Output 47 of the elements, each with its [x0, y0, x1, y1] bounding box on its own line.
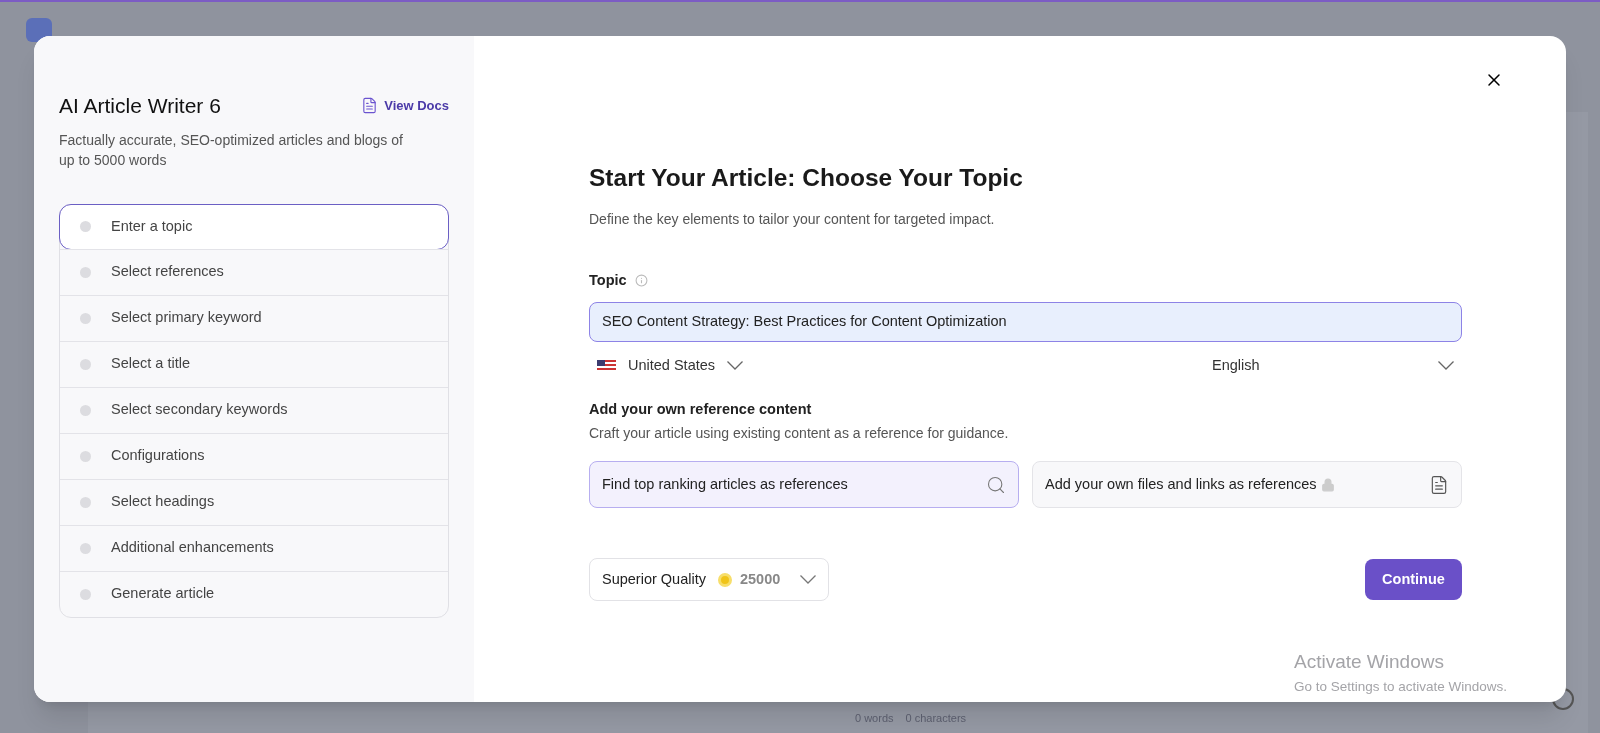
info-icon [634, 274, 648, 288]
reference-description: Craft your article using existing content as a reference for guidance. [589, 424, 1010, 444]
page-heading: Start Your Article: Choose Your Topic [589, 163, 1024, 193]
step-item[interactable]: Select primary keyword [60, 294, 448, 341]
step-item[interactable]: Generate article [60, 570, 448, 617]
step-item[interactable]: Configurations [60, 432, 448, 479]
activation-title: Activate Windows [1294, 650, 1445, 674]
document-icon [361, 97, 379, 115]
chevron-down-icon [727, 361, 744, 370]
step-label: Select primary keyword [111, 308, 262, 328]
step-item[interactable]: Select a title [60, 340, 448, 387]
sidebar-subtitle: Factually accurate, SEO-optimized articles and blogs of up to 5000 words [59, 130, 404, 170]
coin-icon [717, 572, 732, 587]
step-item[interactable]: Select references [60, 248, 448, 295]
step-label: Select headings [111, 492, 215, 512]
step-label: Select references [111, 262, 224, 282]
step-label: Configurations [111, 446, 205, 466]
view-docs-link[interactable]: View Docs [361, 96, 449, 116]
step-item[interactable]: Additional enhancements [60, 524, 448, 571]
step-item[interactable]: Select headings [60, 478, 448, 525]
topic-input[interactable]: SEO Content Strategy: Best Practices for Content Optimization [589, 301, 1462, 342]
step-label: Select secondary keywords [111, 400, 288, 420]
step-item[interactable]: Select secondary keywords [60, 386, 448, 433]
activation-text: Go to Settings to activate Windows. [1294, 677, 1508, 696]
reference-option[interactable]: Add your own files and links as references [1032, 461, 1462, 509]
reference-heading: Add your own reference content [589, 399, 813, 419]
chevron-down-icon [800, 575, 817, 585]
app-logo-icon [26, 18, 52, 42]
country-select[interactable]: United States [589, 354, 752, 377]
quality-select[interactable]: Superior Quality 25000 [589, 558, 830, 602]
step-label: Generate article [111, 584, 215, 604]
topic-label: Topic [589, 270, 627, 290]
reference-option[interactable]: Find top ranking articles as references [589, 461, 1019, 509]
sidebar-title: AI Article Writer 6 [59, 93, 221, 119]
chevron-down-icon [1438, 361, 1454, 370]
us-flag-icon [597, 359, 616, 372]
step-label: Additional enhancements [111, 538, 274, 558]
credit-amount: 25000 [739, 569, 781, 589]
language-select[interactable]: English [1212, 354, 1462, 377]
lock-icon [1320, 477, 1335, 492]
step-label: Select a title [111, 354, 190, 374]
document-icon [1429, 474, 1449, 495]
step-label: Enter a topic [111, 216, 193, 236]
continue-button[interactable]: Continue [1365, 559, 1462, 601]
step-item[interactable]: Enter a topic [59, 203, 449, 250]
page-description: Define the key elements to tailor your content for targeted impact. [589, 209, 996, 229]
search-icon [986, 474, 1006, 495]
